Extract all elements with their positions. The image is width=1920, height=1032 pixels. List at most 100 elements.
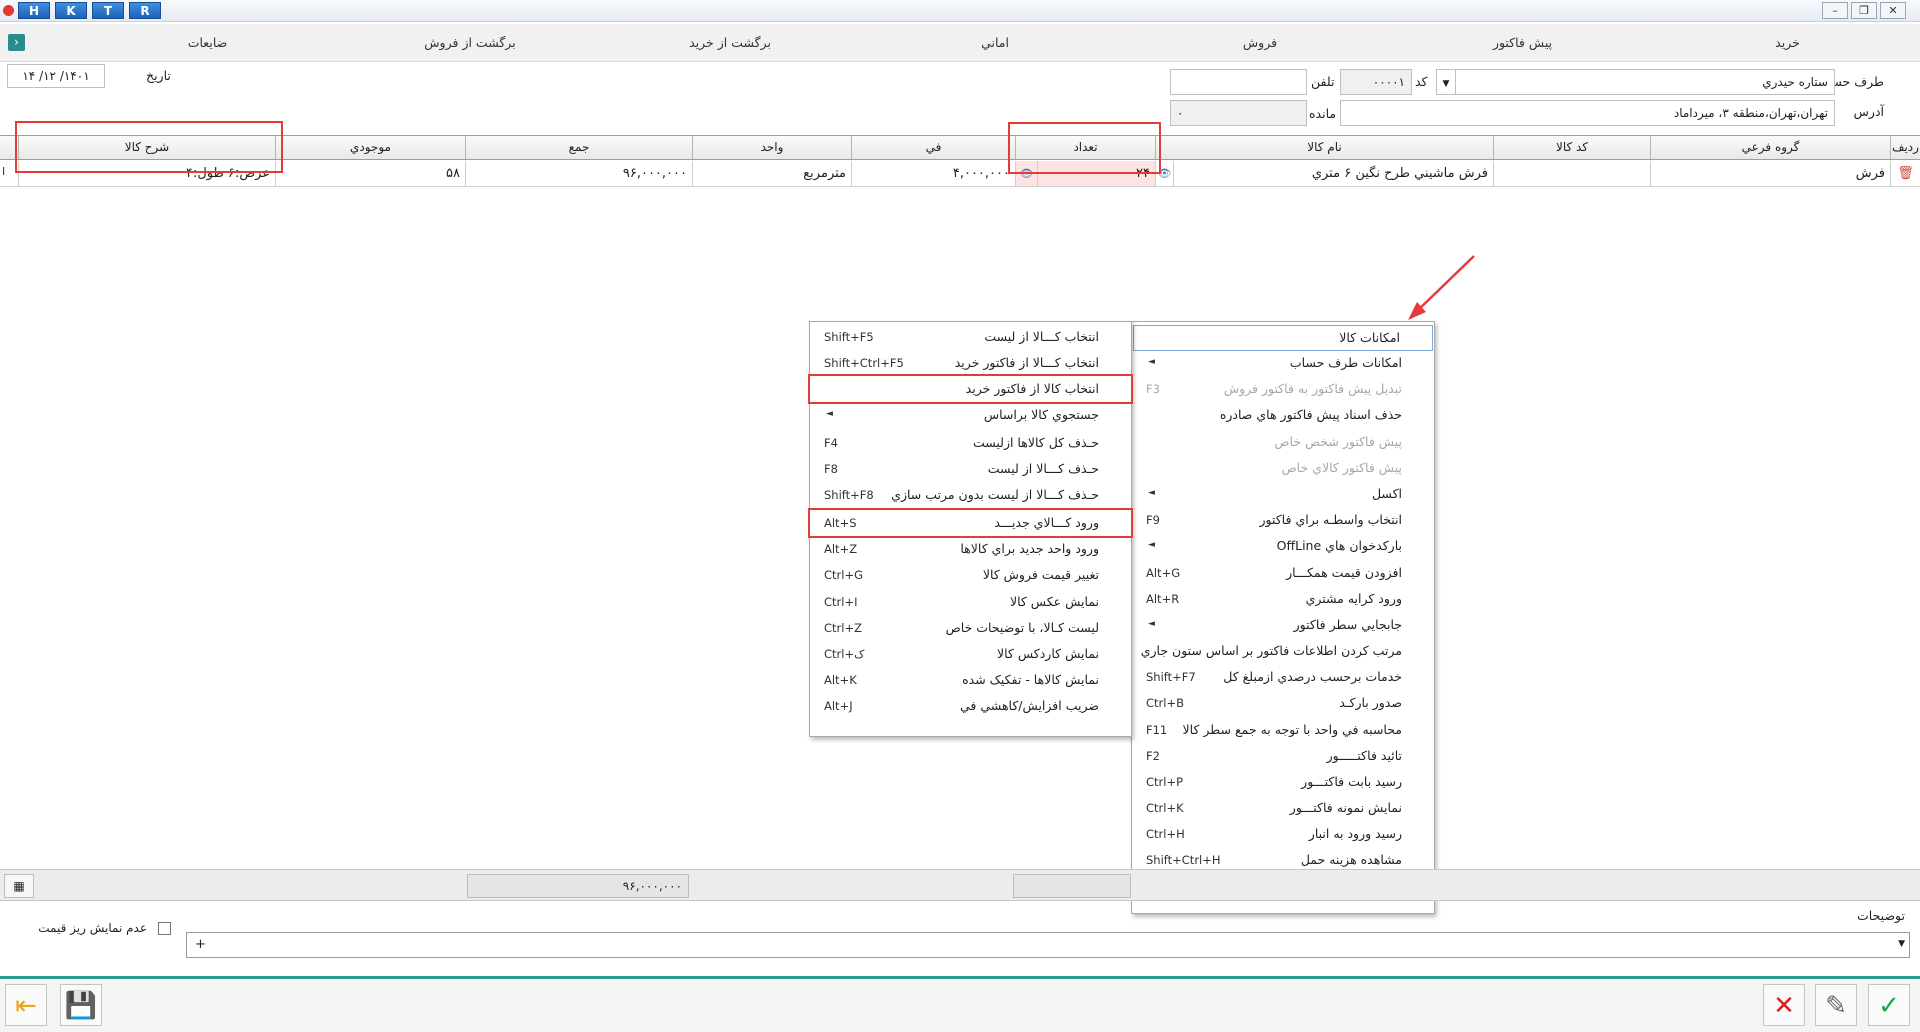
menu-item-label: حـذف کـــالا از ليست بدون مرتب سازي — [891, 487, 1099, 502]
quick-button-t[interactable]: T — [92, 2, 124, 19]
code-field[interactable]: ۰۰۰۰۱ — [1340, 69, 1412, 95]
tab-proforma[interactable]: پيش فاکتور — [1395, 24, 1650, 62]
submenu-item[interactable]: انتخاب کالا از فاکتور خريد — [808, 374, 1133, 404]
menu-item-shortcut: Alt+G — [1146, 566, 1181, 580]
minimize-icon[interactable]: – — [1822, 2, 1848, 19]
submenu-item[interactable]: حـذف کـــالا از ليست بدون مرتب سازي Shift… — [810, 483, 1131, 507]
submenu-item[interactable]: نمايش عکس کالا Ctrl+I — [810, 590, 1131, 614]
phone-field[interactable] — [1170, 69, 1307, 95]
quick-button-r[interactable]: R — [129, 2, 161, 19]
submenu-item[interactable]: حـذف کل کالاها ازليست F4 — [810, 431, 1131, 455]
total-qty — [1013, 874, 1131, 898]
cell-unit[interactable]: مترمربع — [692, 161, 851, 186]
main-menu-item[interactable]: بارکدخوان هاي OffLine ◄ — [1132, 534, 1434, 558]
quick-button-k[interactable]: K — [55, 2, 87, 19]
submenu-item[interactable]: جستجوي کالا براساس ◄ — [810, 403, 1131, 427]
main-menu-item[interactable]: جابجايي سطر فاکتور ◄ — [1132, 613, 1434, 637]
date-field[interactable]: ۱۴۰۱/ ۱۲/ ۱۴ — [7, 64, 105, 88]
cell-stock[interactable]: ۵۸ — [275, 161, 465, 186]
text-cursor-icon: I — [2, 165, 6, 178]
dropdown-arrow-icon[interactable]: ▼ — [1898, 939, 1905, 949]
main-menu-item[interactable]: ورود کرايه مشتري Alt+R — [1132, 587, 1434, 611]
phone-label: تلفن — [1311, 74, 1335, 89]
address-label: آدرس — [1853, 104, 1884, 119]
submenu-item[interactable]: ورود کـــالاي جديـــد Alt+S — [808, 508, 1133, 538]
menu-item-label: حـذف کـــالا از ليست — [987, 461, 1099, 476]
cell-price[interactable]: ۴,۰۰۰,۰۰۰ — [851, 161, 1015, 186]
cell-subgroup[interactable]: فرش — [1650, 161, 1890, 186]
exit-icon[interactable]: ⇤ — [5, 984, 47, 1026]
main-menu-item[interactable]: رسيد بابت فاکتـــور Ctrl+P — [1132, 770, 1434, 794]
col-header-price[interactable]: في — [851, 136, 1015, 159]
main-menu-item[interactable]: تائيد فاکتـــــور F2 — [1132, 744, 1434, 768]
col-header-code[interactable]: کد کالا — [1493, 136, 1650, 159]
main-menu-item[interactable]: مرتب کردن اطلاعات فاکتور بر اساس ستون جا… — [1132, 639, 1434, 663]
tab-purchase[interactable]: خريد — [1655, 24, 1920, 62]
menu-item-label: جابجايي سطر فاکتور — [1293, 617, 1402, 632]
tab-waste[interactable]: ضايعات — [80, 24, 335, 62]
edit-icon[interactable]: ✎ — [1815, 984, 1857, 1026]
tab-purchase-return[interactable]: برگشت از خريد — [600, 24, 860, 62]
main-menu-item[interactable]: حذف اسناد پيش فاکتور هاي صادره — [1132, 403, 1434, 427]
submenu-item[interactable]: نمايش کاردکس کالا Ctrl+ک — [810, 642, 1131, 666]
menu-item-shortcut: F9 — [1146, 513, 1160, 527]
confirm-button[interactable]: ✓ — [1868, 984, 1910, 1026]
col-header-total[interactable]: جمع — [465, 136, 692, 159]
col-header-stock[interactable]: موجودي — [275, 136, 465, 159]
cell-code[interactable] — [1493, 161, 1650, 186]
annotation-box-desc — [15, 121, 283, 173]
restore-icon[interactable]: ❐ — [1851, 2, 1877, 19]
tab-sales-return[interactable]: برگشت از فروش — [340, 24, 600, 62]
menu-item-shortcut: F11 — [1146, 723, 1168, 737]
col-header-row[interactable]: رديف — [1890, 136, 1920, 159]
tab-consignment[interactable]: اماني — [865, 24, 1125, 62]
cell-name[interactable]: فرش ماشيني طرح نگين ۶ متري — [1173, 161, 1493, 186]
main-menu-item[interactable]: نمايش نمونه فاکتـــور Ctrl+K — [1132, 796, 1434, 820]
menu-item-label: انتخاب کـــالا از ليست — [984, 329, 1099, 344]
main-menu-item[interactable]: اکسل ◄ — [1132, 482, 1434, 506]
menu-item-label: حـذف کل کالاها ازليست — [972, 435, 1099, 450]
main-menu-item: پيش فاکتور شخص خاص — [1132, 430, 1434, 454]
main-menu-item[interactable]: محاسبه في واحد با توجه به جمع سطر کالا F1… — [1132, 718, 1434, 742]
submenu-item[interactable]: انتخاب کـــالا از فاکتور خريد Shift+Ctrl+… — [810, 351, 1131, 375]
close-icon[interactable]: ✕ — [1880, 2, 1906, 19]
submenu-item[interactable]: حـذف کـــالا از ليست F8 — [810, 457, 1131, 481]
main-menu-item[interactable]: صدور بارکـد Ctrl+B — [1132, 691, 1434, 715]
main-menu-item[interactable]: رسيد ورود به انبار Ctrl+H — [1132, 822, 1434, 846]
submenu-item[interactable]: ورود واحد جديد براي کالاها Alt+Z — [810, 537, 1131, 561]
main-menu-item[interactable]: خدمات برحسب درصدي ازمبلغ کل Shift+F7 — [1132, 665, 1434, 689]
cell-total[interactable]: ۹۶,۰۰۰,۰۰۰ — [465, 161, 692, 186]
notes-field[interactable]: + ▼ — [186, 932, 1910, 958]
chevron-right-icon[interactable]: › — [8, 34, 25, 51]
address-field[interactable]: تهران،تهران،منطقه ۳، ميرداماد — [1340, 100, 1835, 126]
submenu-item[interactable]: ليست کـالا، با توضيحات خاص Ctrl+Z — [810, 616, 1131, 640]
menu-item-shortcut: Shift+F5 — [824, 330, 874, 344]
export-icon[interactable]: ▦ — [4, 874, 34, 898]
menu-item-shortcut: Alt+R — [1146, 592, 1180, 606]
cancel-button[interactable]: ✕ — [1763, 984, 1805, 1026]
quick-button-h[interactable]: H — [18, 2, 50, 19]
menu-item-label: ضريب افزايش/کاهشي في — [960, 698, 1099, 713]
table-row[interactable]: 🗑 فرش فرش ماشيني طرح نگين ۶ متري 👁 ۲۴ 👁 … — [0, 161, 1920, 187]
save-icon[interactable]: 💾 — [60, 984, 102, 1026]
annotation-arrow — [1408, 255, 1475, 320]
trash-icon[interactable]: 🗑 — [1890, 161, 1920, 186]
submenu-arrow-icon: ◄ — [1148, 488, 1155, 498]
menu-item-label: رسيد بابت فاکتـــور — [1301, 774, 1402, 789]
col-header-name[interactable]: نام کالا — [1155, 136, 1493, 159]
main-menu-item[interactable]: افزودن قيمت همکـــار Alt+G — [1132, 561, 1434, 585]
account-field[interactable]: ستاره حيدري — [1455, 69, 1835, 95]
account-dropdown[interactable]: ▼ — [1436, 69, 1456, 95]
menu-item-label: نمايش نمونه فاکتـــور — [1289, 800, 1402, 815]
col-header-subgroup[interactable]: گروه فرعي — [1650, 136, 1890, 159]
submenu-item[interactable]: تغيير قيمت فروش کالا Ctrl+G — [810, 563, 1131, 587]
submenu-item[interactable]: نمايش کالاها - تفکيک شده Alt+K — [810, 668, 1131, 692]
col-header-unit[interactable]: واحد — [692, 136, 851, 159]
main-menu-item[interactable]: انتخاب واسطـه براي فاکتور F9 — [1132, 508, 1434, 532]
hide-price-checkbox[interactable] — [158, 922, 171, 935]
submenu-item[interactable]: انتخاب کـــالا از ليست Shift+F5 — [810, 325, 1131, 349]
submenu-item[interactable]: ضريب افزايش/کاهشي في Alt+J — [810, 694, 1131, 718]
main-menu-item[interactable]: امکانات کالا — [1133, 325, 1433, 351]
tab-sales[interactable]: فروش — [1130, 24, 1390, 62]
main-menu-item[interactable]: امکانات طرف حساب ◄ — [1132, 351, 1434, 375]
